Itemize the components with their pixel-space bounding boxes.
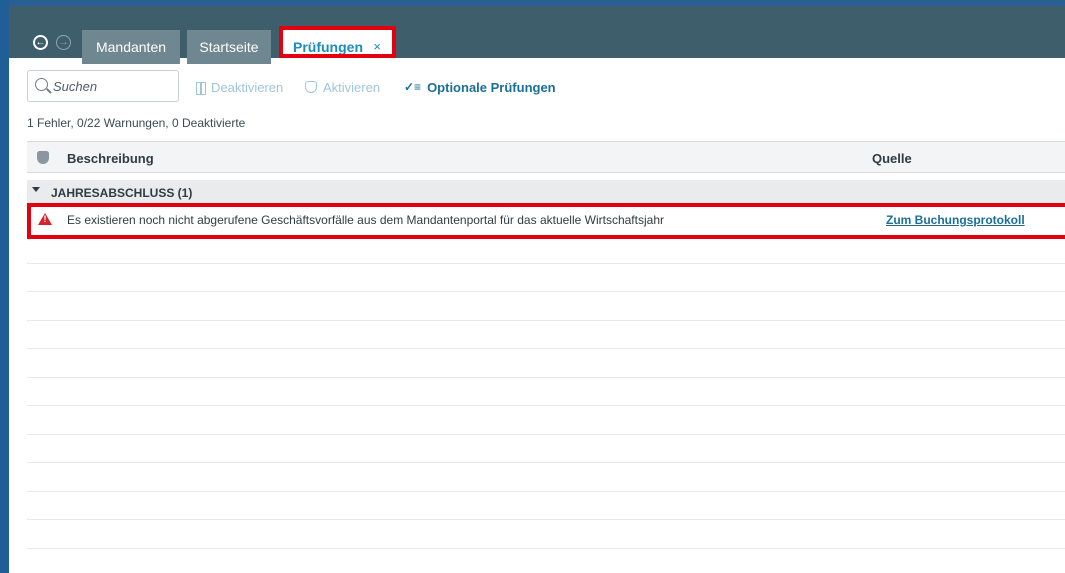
back-icon[interactable]: ← xyxy=(33,35,48,50)
grid-line xyxy=(27,405,1065,406)
optional-checks-label: Optionale Prüfungen xyxy=(427,79,556,95)
tab-highlight-frame xyxy=(279,26,396,58)
grid-line xyxy=(27,491,1065,492)
checklist-icon: ✓≡ xyxy=(404,80,422,94)
tab-bar: ← → Mandanten Startseite Prüfungen × xyxy=(9,6,1065,64)
search-box[interactable] xyxy=(27,70,179,102)
app-window: ← → Mandanten Startseite Prüfungen × Dea… xyxy=(0,0,1065,573)
grid-line xyxy=(27,434,1065,435)
deactivate-button[interactable]: Deaktivieren xyxy=(196,79,283,95)
optional-checks-button[interactable]: ✓≡ Optionale Prüfungen xyxy=(404,79,556,95)
status-summary: 1 Fehler, 0/22 Warnungen, 0 Deaktivierte xyxy=(27,116,246,130)
grid-line xyxy=(27,548,1065,549)
grid-line xyxy=(27,320,1065,321)
tab-mandanten[interactable]: Mandanten xyxy=(82,30,180,64)
activate-label: Aktivieren xyxy=(323,79,381,95)
tab-label: Mandanten xyxy=(95,39,167,55)
grid-line xyxy=(27,377,1065,378)
row-highlight-frame xyxy=(27,203,1065,239)
left-accent-bar xyxy=(0,0,9,573)
activate-button[interactable]: Aktivieren xyxy=(305,79,380,95)
grid-line xyxy=(27,263,1065,264)
tab-label: Startseite xyxy=(199,39,259,55)
grid-line xyxy=(27,348,1065,349)
grid-line xyxy=(27,519,1065,520)
grid-line xyxy=(27,462,1065,463)
group-label: JAHRESABSCHLUSS (1) xyxy=(51,186,193,200)
deactivate-label: Deaktivieren xyxy=(211,79,284,95)
pause-icon xyxy=(196,81,206,95)
shield-check-icon xyxy=(305,81,317,93)
column-header-source[interactable]: Quelle xyxy=(872,151,912,166)
grid-line xyxy=(27,291,1065,292)
column-header-description[interactable]: Beschreibung xyxy=(67,151,154,166)
tab-startseite[interactable]: Startseite xyxy=(187,30,271,64)
shield-icon[interactable] xyxy=(37,151,49,164)
search-icon xyxy=(35,78,48,91)
search-input[interactable] xyxy=(53,78,173,94)
caret-down-icon[interactable] xyxy=(32,187,40,192)
forward-icon[interactable]: → xyxy=(56,35,71,50)
table-header: Beschreibung Quelle xyxy=(27,141,1065,173)
